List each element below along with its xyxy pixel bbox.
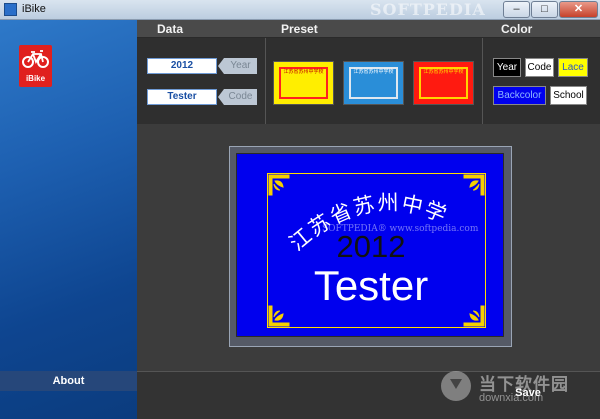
code-color-button[interactable]: Code <box>525 58 554 77</box>
download-icon <box>441 371 471 401</box>
save-button[interactable]: Save <box>503 383 553 403</box>
lace-color-button[interactable]: Lace <box>558 58 588 77</box>
preset-caption: 江苏省苏州中学校 <box>353 69 394 75</box>
preset-caption: 江苏省苏州中学校 <box>423 69 464 75</box>
ibike-logo: iBike <box>19 45 52 87</box>
year-color-button[interactable]: Year <box>493 58 521 77</box>
year-input[interactable]: 2012 <box>147 58 217 74</box>
logo-text: iBike <box>25 74 46 83</box>
title-bar: iBike SOFTPEDIA – □ ✕ <box>0 0 600 20</box>
sidebar: iBike About <box>0 20 137 419</box>
about-button[interactable]: About <box>0 371 137 391</box>
certificate-preview: 江苏省苏州中学校 SOFTPEDIA® www.softpedia.com 20… <box>236 153 504 337</box>
preset-panel: 江苏省苏州中学校 江苏省苏州中学校 江苏省苏州中学校 <box>266 38 483 124</box>
data-section-title: Data <box>157 22 184 36</box>
app-window: iBike SOFTPEDIA – □ ✕ iBike About Data P… <box>0 0 600 419</box>
backcolor-button[interactable]: Backcolor <box>493 86 546 105</box>
school-color-button[interactable]: School <box>550 86 587 105</box>
code-tag: Code <box>218 89 257 105</box>
color-panel: Year Code Lace Backcolor School <box>483 38 600 124</box>
preview-year: 2012 <box>336 229 406 264</box>
preset-red[interactable]: 江苏省苏州中学校 <box>413 61 474 105</box>
preset-yellow[interactable]: 江苏省苏州中学校 <box>273 61 334 105</box>
preset-section-title: Preset <box>281 22 318 36</box>
minimize-button[interactable]: – <box>503 1 530 18</box>
close-button[interactable]: ✕ <box>559 1 598 18</box>
preset-blue[interactable]: 江苏省苏州中学校 <box>343 61 404 105</box>
color-section-title: Color <box>501 22 533 36</box>
section-header-bar: Data Preset Color <box>137 20 600 38</box>
year-tag: Year <box>218 58 257 74</box>
bicycle-icon <box>22 50 49 68</box>
maximize-button[interactable]: □ <box>531 1 558 18</box>
code-input[interactable]: Tester <box>147 89 217 105</box>
titlebar-watermark: SOFTPEDIA <box>370 0 486 19</box>
app-icon <box>4 3 17 16</box>
window-title: iBike <box>22 3 46 15</box>
preview-name: Tester <box>313 262 429 309</box>
data-panel: 2012 Year Tester Code <box>137 38 266 124</box>
preset-caption: 江苏省苏州中学校 <box>283 69 324 75</box>
